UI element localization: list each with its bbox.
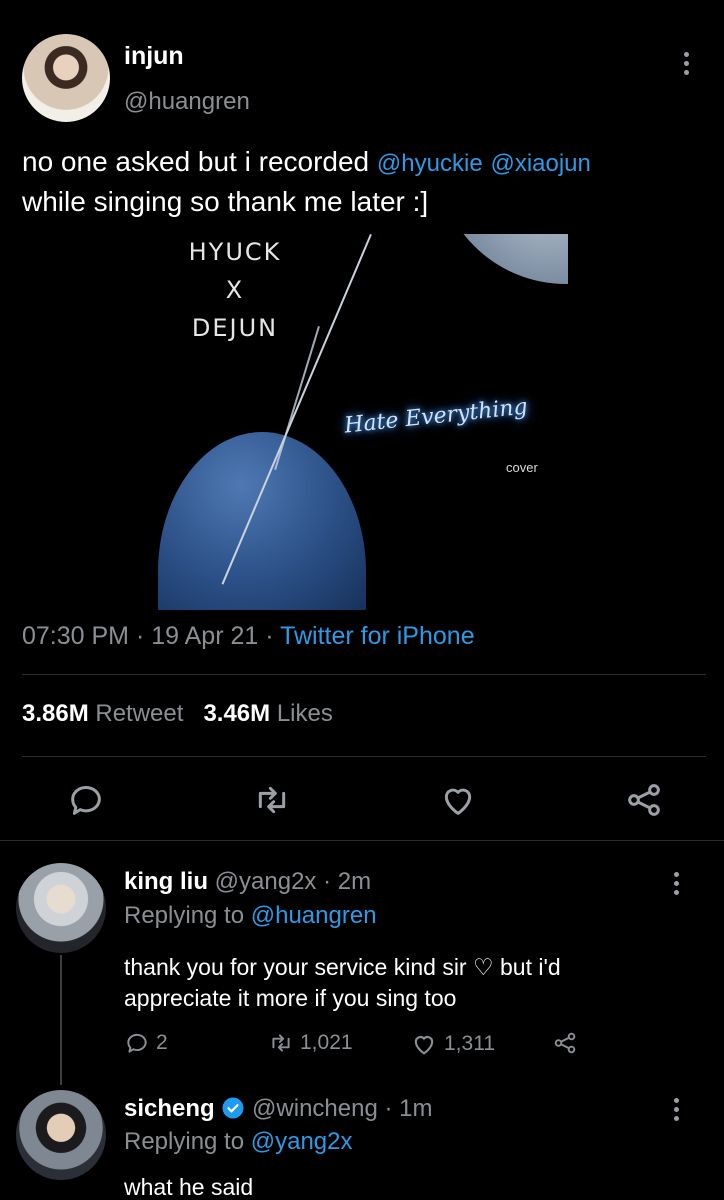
replying-to-link[interactable]: @yang2x [251, 1128, 353, 1155]
tweet-media-image[interactable]: HYUCK X DEJUN Hate Everything cover [158, 234, 568, 610]
retweet-label[interactable]: Retweet [95, 700, 183, 727]
more-icon[interactable] [674, 872, 680, 899]
divider [22, 756, 706, 757]
cover-label: cover [506, 460, 538, 475]
tweet-text: no one asked but i recorded @hyuckie @xi… [22, 146, 591, 217]
reply-like-action[interactable]: 1,311 [410, 1030, 495, 1058]
divider [0, 840, 724, 841]
mention-link[interactable]: @hyuckie [377, 150, 483, 177]
tweet-time: 07:30 PM [22, 622, 130, 650]
reply-avatar[interactable] [16, 863, 106, 953]
reply-time: 2m [337, 868, 372, 895]
tweet-stats: 3.86M Retweet 3.46M Likes [22, 700, 333, 728]
reply-reply-action[interactable]: 2 [124, 1030, 168, 1056]
replying-to: Replying to @huangren [124, 902, 377, 929]
reply-text: what he said [124, 1174, 254, 1200]
reply-share-action[interactable] [552, 1030, 578, 1056]
half-circle-shape [158, 432, 366, 610]
media-title-line: HYUCK [188, 238, 282, 266]
reply-count: 2 [156, 1031, 168, 1054]
replying-to: Replying to @yang2x [124, 1128, 353, 1155]
mention-link[interactable]: @xiaojun [490, 150, 590, 177]
reply-icon [127, 1033, 147, 1053]
reply-author-name[interactable]: sicheng [124, 1095, 215, 1122]
thread-connector [60, 955, 62, 1085]
reply-header: sicheng @wincheng · 1m [124, 1095, 433, 1122]
like-icon [414, 1036, 434, 1055]
media-title-line: X [225, 276, 245, 304]
more-icon[interactable] [684, 52, 690, 79]
reply-text: thank you for your service kind sir ♡ bu… [124, 954, 561, 1011]
reply-time: 1m [399, 1095, 433, 1122]
retweet-count: 1,021 [300, 1031, 353, 1054]
retweet-count[interactable]: 3.86M [22, 700, 89, 727]
tweet-date: 19 Apr 21 [151, 622, 259, 650]
verified-icon [222, 1097, 244, 1119]
like-count[interactable]: 3.46M [203, 700, 270, 727]
heart-emoji-icon: ♡ [472, 954, 494, 980]
tweet-meta: 07:30 PM · 19 Apr 21 · Twitter for iPhon… [22, 622, 475, 650]
reply-icon[interactable] [66, 780, 106, 820]
reply-retweet-action[interactable]: 1,021 [268, 1030, 353, 1056]
like-icon[interactable] [438, 780, 478, 820]
reply-header: king liu @yang2x · 2m [124, 868, 372, 895]
replying-to-link[interactable]: @huangren [251, 902, 377, 929]
author-name[interactable]: injun [124, 42, 184, 71]
script-title: Hate Everything [343, 394, 529, 439]
retweet-icon [272, 1034, 290, 1052]
author-avatar[interactable] [22, 34, 110, 122]
more-icon[interactable] [674, 1098, 680, 1125]
likes-label[interactable]: Likes [277, 700, 333, 727]
media-title-line: DEJUN [191, 314, 279, 342]
reply-avatar[interactable] [16, 1090, 106, 1180]
retweet-icon[interactable] [252, 780, 292, 820]
reply-author-handle[interactable]: @yang2x [215, 868, 317, 895]
moon-shape [436, 234, 568, 284]
like-count: 1,311 [444, 1032, 495, 1055]
author-handle[interactable]: @huangren [124, 88, 250, 116]
divider [22, 674, 706, 675]
tweet-source[interactable]: Twitter for iPhone [280, 622, 475, 650]
reply-author-name[interactable]: king liu [124, 868, 208, 895]
reply-author-handle[interactable]: @wincheng [252, 1095, 378, 1122]
share-icon[interactable] [624, 780, 664, 820]
share-icon [554, 1032, 576, 1054]
